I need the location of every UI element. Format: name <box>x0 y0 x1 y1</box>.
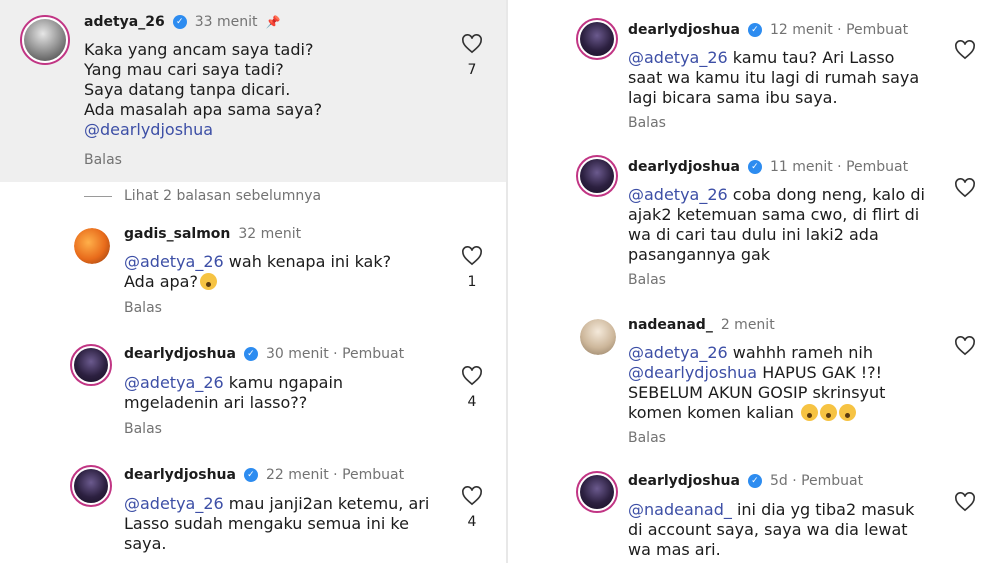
avatar[interactable] <box>20 15 70 65</box>
like-heart-icon[interactable] <box>461 486 483 506</box>
like-count: 1 <box>467 274 477 290</box>
pinned-comment: adetya_26 ✓ 33 menit 📌 Kaka yang ancam s… <box>0 0 508 182</box>
reply-button[interactable]: Balas <box>628 115 666 131</box>
like-heart-icon[interactable] <box>461 34 483 54</box>
view-previous-replies[interactable]: Lihat 2 balasan sebelumnya <box>84 188 321 204</box>
comment-time: 30 menit · Pembuat <box>265 346 405 362</box>
comment-text: @adetya_26 kamu ngapain mgeladenin ari l… <box>124 373 344 412</box>
like-heart-icon[interactable] <box>954 492 976 512</box>
mention-link[interactable]: @adetya_26 <box>124 373 224 392</box>
comment-time: 32 menit <box>238 226 302 242</box>
reply-button[interactable]: Balas <box>628 430 666 446</box>
avatar[interactable] <box>576 155 618 197</box>
comment-username[interactable]: nadeanad_ <box>628 317 713 333</box>
comment-username[interactable]: dearlydjoshua <box>628 473 740 489</box>
avatar[interactable] <box>576 18 618 60</box>
right-comment-panel: dearlydjoshua ✓ 12 menit · Pembuat @adet… <box>508 0 1000 563</box>
reply-comment: dearlydjoshua ✓ 30 menit · Pembuat @adet… <box>0 340 508 450</box>
reply-button[interactable]: Balas <box>124 300 162 316</box>
comment-text: @adetya_26 coba dong neng, kalo di ajak2… <box>628 185 925 264</box>
left-comment-panel: adetya_26 ✓ 33 menit 📌 Kaka yang ancam s… <box>0 0 508 563</box>
comment-time: 2 menit <box>720 317 775 333</box>
reply-comment: nadeanad_ 2 menit @adetya_26 wahhh rameh… <box>508 305 1000 455</box>
comment-time: 22 menit · Pembuat <box>265 467 405 483</box>
mention-link[interactable]: @adetya_26 <box>628 48 728 67</box>
laughing-emoji-icon <box>839 404 856 421</box>
verified-badge-icon: ✓ <box>243 347 258 361</box>
laughing-emoji-icon <box>801 404 818 421</box>
comment-time: 5d · Pembuat <box>769 473 864 489</box>
verified-badge-icon: ✓ <box>747 23 762 37</box>
like-count: 4 <box>467 394 477 410</box>
comment-text: Kaka yang ancam saya tadi? Yang mau cari… <box>84 40 323 139</box>
mention-link[interactable]: @adetya_26 <box>124 252 224 271</box>
avatar[interactable] <box>70 465 112 507</box>
mention-link[interactable]: @adetya_26 <box>124 494 224 513</box>
comment-text: @adetya_26 wah kenapa ini kak? Ada apa? <box>124 252 392 291</box>
comment-time: 11 menit · Pembuat <box>769 159 909 175</box>
avatar[interactable] <box>70 344 112 386</box>
mention-link[interactable]: @adetya_26 <box>628 343 728 362</box>
verified-badge-icon: ✓ <box>172 15 187 29</box>
comment-text: @adetya_26 mau janji2an ketemu, ari Lass… <box>124 494 430 553</box>
reply-comment: dearlydjoshua ✓ 5d · Pembuat @nadeanad_ … <box>508 463 1000 563</box>
mention-link[interactable]: @adetya_26 <box>628 185 728 204</box>
like-heart-icon[interactable] <box>461 246 483 266</box>
pin-icon: 📌 <box>265 15 281 29</box>
verified-badge-icon: ✓ <box>243 468 258 482</box>
like-heart-icon[interactable] <box>954 336 976 356</box>
like-count: 7 <box>467 62 477 78</box>
like-heart-icon[interactable] <box>461 366 483 386</box>
mention-link[interactable]: @dearlydjoshua <box>628 363 757 382</box>
verified-badge-icon: ✓ <box>747 160 762 174</box>
comment-username[interactable]: adetya_26 <box>84 14 165 30</box>
comment-text: @adetya_26 wahhh rameh nih @dearlydjoshu… <box>628 343 886 422</box>
comment-time: 33 menit <box>194 14 258 30</box>
comment-username[interactable]: dearlydjoshua <box>124 467 236 483</box>
avatar[interactable] <box>576 471 618 513</box>
verified-badge-icon: ✓ <box>747 474 762 488</box>
like-heart-icon[interactable] <box>954 178 976 198</box>
mention-link[interactable]: @nadeanad_ <box>628 500 732 519</box>
reply-button[interactable]: Balas <box>628 272 666 288</box>
comment-username[interactable]: dearlydjoshua <box>124 346 236 362</box>
mention-link[interactable]: @dearlydjoshua <box>84 120 213 139</box>
reply-button[interactable]: Balas <box>124 421 162 437</box>
reply-comment: gadis_salmon 32 menit @adetya_26 wah ken… <box>0 222 508 332</box>
reply-comment: dearlydjoshua ✓ 22 menit · Pembuat @adet… <box>0 461 508 563</box>
like-count: 4 <box>467 514 477 530</box>
comment-text: @nadeanad_ ini dia yg tiba2 masuk di acc… <box>628 500 915 559</box>
laughing-emoji-icon <box>820 404 837 421</box>
comment-username[interactable]: gadis_salmon <box>124 226 230 242</box>
comment-text: @adetya_26 kamu tau? Ari Lasso saat wa k… <box>628 48 920 107</box>
reply-comment: dearlydjoshua ✓ 12 menit · Pembuat @adet… <box>508 10 1000 140</box>
avatar[interactable] <box>580 319 616 355</box>
comment-username[interactable]: dearlydjoshua <box>628 22 740 38</box>
comment-time: 12 menit · Pembuat <box>769 22 909 38</box>
like-heart-icon[interactable] <box>954 40 976 60</box>
reply-button[interactable]: Balas <box>84 152 122 168</box>
comment-username[interactable]: dearlydjoshua <box>628 159 740 175</box>
reply-comment: dearlydjoshua ✓ 11 menit · Pembuat @adet… <box>508 147 1000 297</box>
surprised-emoji-icon <box>199 273 217 290</box>
divider-line <box>84 195 112 197</box>
avatar[interactable] <box>74 228 110 264</box>
